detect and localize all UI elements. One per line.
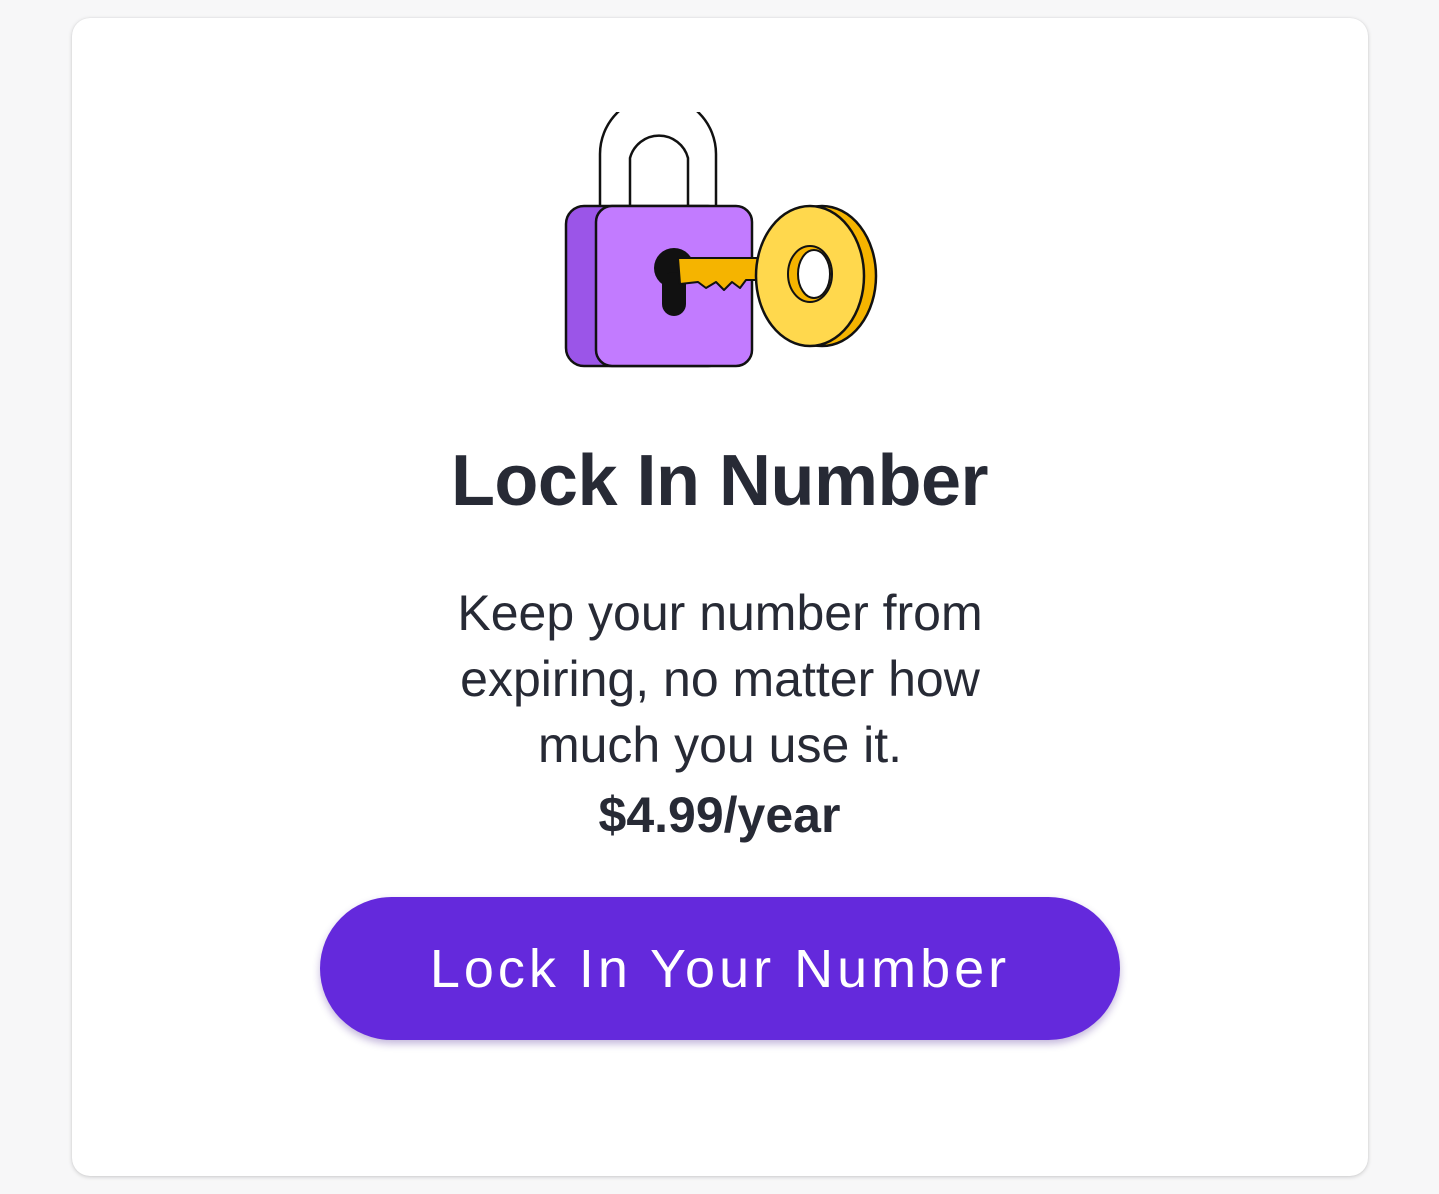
- card-description: Keep your number from expiring, no matte…: [457, 585, 983, 773]
- card-title: Lock In Number: [450, 441, 989, 521]
- lock-and-key-icon: [560, 94, 880, 374]
- lock-in-number-button[interactable]: Lock In Your Number: [320, 897, 1120, 1040]
- price-label: $4.99/year: [598, 787, 841, 843]
